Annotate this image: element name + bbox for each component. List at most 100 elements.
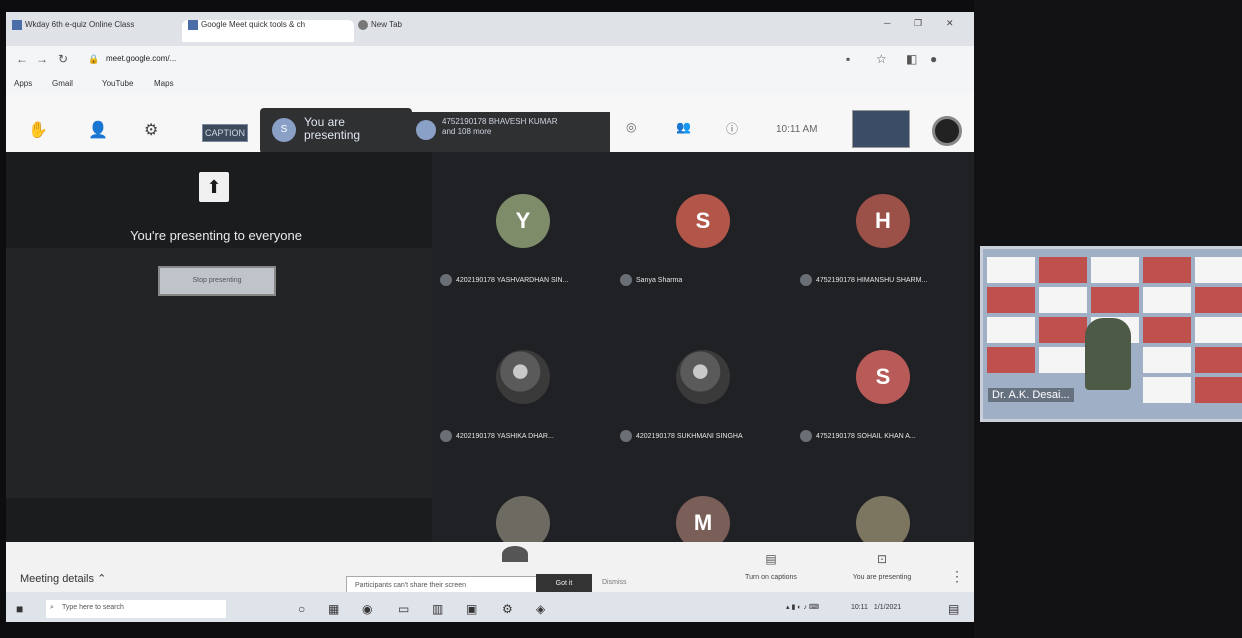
hand-raise-icon[interactable]: ✋	[28, 120, 48, 140]
chat-icon[interactable]: ◎	[626, 120, 636, 134]
task-view-icon[interactable]: ○	[298, 602, 305, 616]
taskbar-search[interactable]: ⌕ Type here to search	[46, 600, 226, 618]
present-screen-icon: ⬆	[199, 172, 229, 202]
account-avatar[interactable]	[932, 116, 962, 146]
search-icon: ⌕	[50, 604, 54, 611]
meeting-details-button[interactable]: Meeting details ⌃	[20, 572, 106, 585]
backdrop-cell	[1143, 317, 1191, 343]
backdrop-cell	[1143, 347, 1191, 373]
mic-off-icon	[440, 274, 452, 286]
tray-date[interactable]: 1/1/2021	[874, 604, 901, 611]
participants-icon[interactable]: 👥	[676, 120, 691, 134]
presenter-info: 4752190178 BHAVESH KUMAR and 108 more	[442, 117, 602, 137]
backdrop-cell	[1039, 317, 1087, 343]
participant-name: 4752190178 HIMANSHU SHARM...	[816, 276, 928, 284]
settings-icon[interactable]: ⚙	[502, 602, 513, 616]
backdrop-cell	[987, 257, 1035, 283]
backdrop-cell	[987, 347, 1035, 373]
notifications-icon[interactable]: ▤	[948, 602, 959, 616]
participant-tile[interactable]: S Sanya Sharma	[612, 182, 792, 312]
bookmark-apps[interactable]: Apps	[14, 79, 32, 88]
backdrop-cell	[1195, 377, 1242, 403]
got-it-button[interactable]: Got it	[536, 574, 592, 594]
backdrop-cell	[1195, 257, 1242, 283]
presenter-subtext: and 108 more	[442, 127, 492, 136]
clock-time: 10:11 AM	[776, 124, 818, 135]
chrome-icon[interactable]: ◉	[362, 602, 372, 616]
backdrop-cell	[1039, 257, 1087, 283]
participant-tile[interactable]: Y 4202190178 YASHVARDHAN SIN...	[432, 182, 612, 312]
browser-tab-3[interactable]: New Tab	[358, 20, 458, 42]
browser-tab-2[interactable]: Google Meet quick tools & ch	[182, 20, 354, 42]
backdrop-cell	[1195, 347, 1242, 373]
extension-icon[interactable]: ◧	[906, 52, 917, 66]
participant-tile[interactable]: 4202190178 YASHIKA DHAR...	[432, 338, 612, 468]
backdrop-cell	[1195, 287, 1242, 313]
forward-icon[interactable]: →	[36, 52, 48, 66]
raise-hand-icon[interactable]	[502, 546, 528, 562]
participant-name: 4202190178 SUKHMANI SINGHA	[636, 432, 743, 440]
notification-text: Participants can't share their screen	[355, 582, 467, 589]
system-tray: ▴ ▮ ◐ ♪ ⌨ 10:11 1/1/2021	[786, 603, 901, 611]
participant-name-row: 4202190178 SUKHMANI SINGHA	[620, 430, 790, 444]
reload-icon[interactable]: ↻	[58, 52, 68, 66]
bookmarks-bar: Apps Gmail YouTube Maps	[6, 74, 974, 94]
bookmark-maps[interactable]: Maps	[154, 79, 174, 88]
windows-start-icon[interactable]: ■	[16, 602, 23, 616]
participant-name: 4202190178 YASHIKA DHAR...	[456, 432, 554, 440]
presenting-label: You are presenting	[304, 115, 361, 142]
tray-time[interactable]: 10:11	[851, 604, 868, 611]
mail-icon[interactable]: ▭	[398, 602, 409, 616]
captions-icon: ▤	[765, 552, 777, 566]
participant-name-row: 4752190178 SOHAIL KHAN A...	[800, 430, 970, 444]
participant-tile[interactable]: H 4752190178 HIMANSHU SHARM...	[792, 182, 972, 312]
presenting-pill[interactable]: S You are presenting	[260, 108, 412, 154]
meeting-details-label: Meeting details	[20, 573, 94, 585]
back-icon[interactable]: ←	[16, 52, 28, 66]
participant-name-row: 4202190178 YASHVARDHAN SIN...	[440, 274, 610, 288]
participant-avatar: H	[856, 194, 910, 248]
network-icon[interactable]: ▴ ▮ ◐ ♪ ⌨	[786, 604, 819, 611]
mic-off-icon	[440, 430, 452, 442]
minimize-icon[interactable]: ─	[884, 18, 890, 28]
bookmark-youtube[interactable]: YouTube	[102, 79, 133, 88]
present-icon: ⊡	[876, 552, 888, 566]
dismiss-button[interactable]: Dismiss	[602, 579, 627, 586]
participant-tile[interactable]: 4202190178 SUKHMANI SINGHA	[612, 338, 792, 468]
present-control[interactable]: ⊡ You are presenting	[832, 552, 932, 581]
star-icon[interactable]: ☆	[876, 52, 887, 66]
backdrop-cell	[1143, 287, 1191, 313]
participant-photo	[676, 350, 730, 404]
app2-icon[interactable]: ◈	[536, 602, 545, 616]
captions-label: Turn on captions	[745, 574, 797, 581]
participant-name-row: Sanya Sharma	[620, 274, 790, 288]
profile-icon[interactable]: ●	[930, 52, 937, 66]
url-field[interactable]: meet.google.com/...	[106, 54, 176, 63]
mic-off-icon	[800, 274, 812, 286]
captions-control[interactable]: ▤ Turn on captions	[726, 552, 816, 581]
activities-icon[interactable]: ⚙	[144, 120, 158, 140]
participant-tile[interactable]: S 4752190178 SOHAIL KHAN A...	[792, 338, 972, 468]
presenter-pill[interactable]: 4752190178 BHAVESH KUMAR and 108 more	[410, 112, 610, 152]
participant-avatar: S	[856, 350, 910, 404]
store-icon[interactable]: ▥	[432, 602, 443, 616]
backdrop-cell	[1039, 347, 1087, 373]
participant-name: Sanya Sharma	[636, 276, 683, 284]
camera-icon[interactable]: ▪	[846, 52, 850, 66]
bookmark-gmail[interactable]: Gmail	[52, 79, 73, 88]
participant-grid: Y 4202190178 YASHVARDHAN SIN... S Sanya …	[432, 152, 974, 550]
people-icon[interactable]: 👤	[88, 120, 108, 140]
file-explorer-icon[interactable]: ▦	[328, 602, 339, 616]
maximize-icon[interactable]: ❐	[914, 18, 922, 29]
meeting-info-icon[interactable]: ⓘ	[726, 120, 738, 137]
app-icon[interactable]: ▣	[466, 602, 477, 616]
close-icon[interactable]: ✕	[946, 18, 954, 29]
more-options-icon[interactable]: ⋮	[950, 568, 964, 585]
browser-tab-1[interactable]: Wkday 6th e-quiz Online Class	[12, 20, 172, 42]
self-view-thumbnail[interactable]	[852, 110, 910, 148]
caption-badge[interactable]: CAPTION	[202, 124, 248, 142]
backdrop-cell	[1195, 317, 1242, 343]
stop-presenting-button[interactable]: Stop presenting	[158, 266, 276, 296]
presenting-panel	[6, 152, 432, 542]
mic-off-icon	[800, 430, 812, 442]
